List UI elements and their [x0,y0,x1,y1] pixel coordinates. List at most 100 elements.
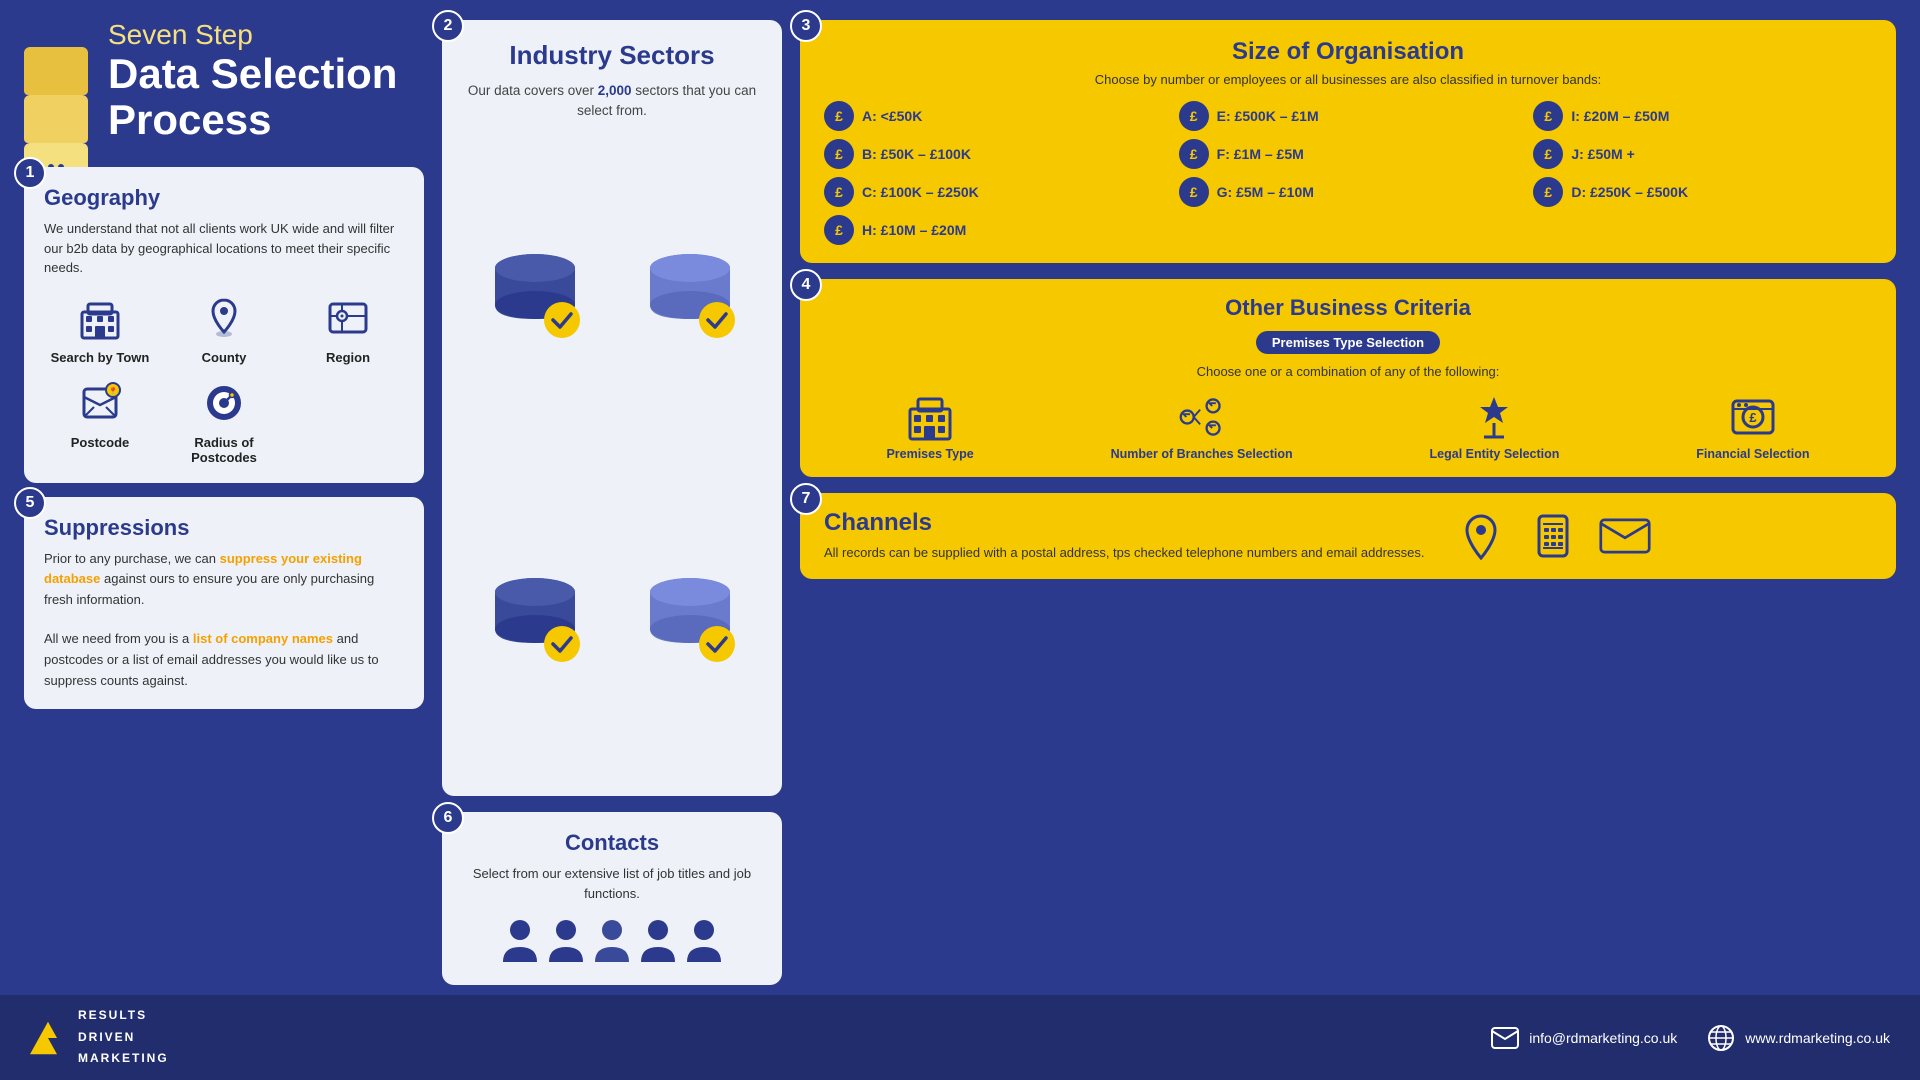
step4-panel: 4 Other Business Criteria Premises Type … [800,279,1896,477]
person-icon-2 [547,917,585,967]
size-label-j: J: £50M + [1571,146,1634,162]
step5-badge: 5 [14,487,46,519]
footer: RESULTS DRIVEN MARKETING info@rdmarketin… [0,995,1920,1080]
pound-icon-j: £ [1533,139,1563,169]
step5-desc2: All we need from you is a list of compan… [44,629,404,691]
pound-icon-i: £ [1533,101,1563,131]
rdm-logo-icon [30,1020,66,1056]
db-icon-4 [617,574,762,664]
pound-icon-c: £ [824,177,854,207]
sector-count: 2,000 [598,83,632,98]
channels-text: Channels All records can be supplied wit… [824,509,1425,563]
step1-badge: 1 [14,157,46,189]
database-icons [462,138,762,777]
email-icon [1491,1024,1519,1052]
map-marker-icon [198,292,250,344]
size-item-a: £ A: <£50K [824,101,1163,131]
size-item-g: £ G: £5M – £10M [1179,177,1518,207]
geo-item-county: County [168,292,280,365]
size-item-b: £ B: £50K – £100K [824,139,1163,169]
premises-building-icon [906,393,954,441]
size-label-d: D: £250K – £500K [1571,184,1688,200]
financial-icon: £ [1729,393,1777,441]
telephone-channel-icon [1527,510,1579,562]
db-icon-1 [462,250,607,340]
size-label-c: C: £100K – £250K [862,184,979,200]
step2-panel: 2 Industry Sectors Our data covers over … [442,20,782,796]
branches-icon [1178,393,1226,441]
people-icons [462,917,762,967]
step7-panel: 7 Channels All records can be supplied w… [800,493,1896,579]
geo-label-radius: Radius of Postcodes [168,435,280,465]
footer-logo: RESULTS DRIVEN MARKETING [30,1005,169,1070]
step3-title: Size of Organisation [824,38,1872,66]
criteria-financial: £ Financial Selection [1696,393,1809,461]
db-icon-2 [617,250,762,340]
person-icon-1 [501,917,539,967]
step4-title: Other Business Criteria [1225,295,1471,321]
step3-subtitle: Choose by number or employees or all bus… [824,72,1872,87]
criteria-legal: Legal Entity Selection [1430,393,1560,461]
company-names-highlight: list of company names [193,631,333,646]
step6-title: Contacts [462,830,762,856]
step7-title: Channels [824,509,1425,537]
step1-panel: 1 Geography We understand that not all c… [24,167,424,483]
footer-website-contact: www.rdmarketing.co.uk [1707,1024,1890,1052]
email-channel-icon [1599,510,1651,562]
premises-type-badge: Premises Type Selection [1256,331,1440,354]
channels-icons [1455,510,1651,562]
geography-grid: Search by Town County [44,292,404,465]
size-item-e: £ E: £500K – £1M [1179,101,1518,131]
suppress-highlight: suppress your existing database [44,551,362,587]
svg-text:£: £ [1749,410,1757,425]
step2-badge: 2 [432,10,464,42]
footer-email: info@rdmarketing.co.uk [1529,1030,1677,1046]
pound-icon-b: £ [824,139,854,169]
pound-icon-a: £ [824,101,854,131]
step7-description: All records can be supplied with a posta… [824,543,1425,563]
size-item-c: £ C: £100K – £250K [824,177,1163,207]
size-label-i: I: £20M – £50M [1571,108,1669,124]
globe-icon [1707,1024,1735,1052]
criteria-items: Premises Type [824,393,1872,461]
building-icon [74,292,126,344]
footer-logo-line3: MARKETING [78,1048,169,1070]
pound-icon-f: £ [1179,139,1209,169]
criteria-legal-label: Legal Entity Selection [1430,447,1560,461]
size-label-a: A: <£50K [862,108,922,124]
person-icon-5 [685,917,723,967]
footer-right: info@rdmarketing.co.uk www.rdmarketing.c… [1491,1024,1890,1052]
step2-title: Industry Sectors [462,40,762,71]
pound-icon-g: £ [1179,177,1209,207]
size-grid: £ A: <£50K £ E: £500K – £1M £ I: £20M – … [824,101,1872,245]
geo-label-postcode: Postcode [71,435,130,450]
size-label-g: G: £5M – £10M [1217,184,1314,200]
geo-item-region: Region [292,292,404,365]
size-label-f: F: £1M – £5M [1217,146,1304,162]
map-region-icon [322,292,374,344]
size-label-e: E: £500K – £1M [1217,108,1319,124]
postcode-icon: 📍 [74,377,126,429]
size-item-f: £ F: £1M – £5M [1179,139,1518,169]
geo-label-town: Search by Town [51,350,150,365]
step5-title: Suppressions [44,515,404,541]
pound-icon-d: £ [1533,177,1563,207]
person-icon-4 [639,917,677,967]
geo-item-town: Search by Town [44,292,156,365]
person-icon-3-highlighted [593,917,631,967]
step3-badge: 3 [790,10,822,42]
step3-panel: 3 Size of Organisation Choose by number … [800,20,1896,263]
step6-description: Select from our extensive list of job ti… [462,864,762,903]
criteria-branches-label: Number of Branches Selection [1111,447,1293,461]
step5-panel: 5 Suppressions Prior to any purchase, we… [24,497,424,710]
criteria-premises: Premises Type [886,393,973,461]
location-channel-icon [1455,510,1507,562]
footer-website: www.rdmarketing.co.uk [1745,1030,1890,1046]
step6-badge: 6 [432,802,464,834]
header-subtitle: Seven Step [108,20,424,51]
step4-badge: 4 [790,269,822,301]
step2-description: Our data covers over 2,000 sectors that … [462,81,762,122]
size-item-d: £ D: £250K – £500K [1533,177,1872,207]
size-label-b: B: £50K – £100K [862,146,971,162]
header: Seven Step Data Selection Process [24,20,424,153]
